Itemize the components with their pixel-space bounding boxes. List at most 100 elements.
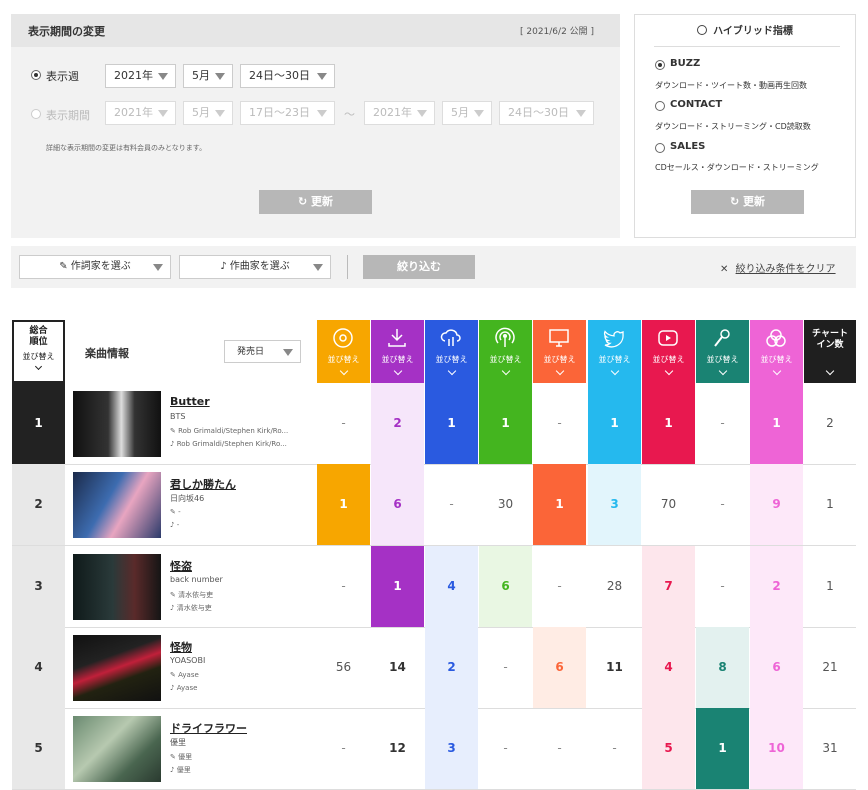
pencil-icon: ✎ — [59, 261, 71, 272]
buzz-radio[interactable] — [655, 60, 665, 70]
composer-credit: ♪ 優里 — [170, 766, 191, 774]
chevron-down-icon — [153, 264, 163, 271]
column-header-youtube[interactable]: 並び替え — [642, 320, 695, 383]
composer-select[interactable]: ♪ 作曲家を選ぶ — [179, 255, 331, 279]
metric-cell: 1 — [642, 383, 695, 464]
metric-cell: 2 — [425, 627, 478, 708]
composer-credit: ♪ Ayase — [170, 684, 198, 692]
chevron-down-icon — [664, 366, 673, 376]
hybrid-divider — [654, 46, 840, 47]
column-header-streaming[interactable]: 並び替え — [425, 320, 478, 383]
metric-cell: - — [341, 741, 346, 755]
hybrid-update-label: 更新 — [743, 195, 766, 208]
note-icon: ♪ — [220, 261, 230, 272]
weekly-year-select[interactable]: 2021年 — [105, 64, 176, 88]
refresh-icon: ↻ — [297, 195, 312, 208]
rank-sort-label: 並び替え — [22, 352, 55, 361]
from-range-select[interactable]: 17日〜23日 — [240, 101, 335, 125]
lyricist-credit: ✎ 優里 — [170, 753, 193, 761]
chart-in-cell: 1 — [826, 579, 834, 593]
lyricist-select[interactable]: ✎ 作詞家を選ぶ — [19, 255, 171, 279]
song-thumbnail[interactable] — [73, 554, 161, 620]
chart-in-cell: 1 — [826, 497, 834, 511]
sales-desc: CDセールス・ダウンロード・ストリーミング — [655, 163, 819, 172]
metric-cell: 1 — [696, 708, 749, 789]
from-year-value: 2021年 — [114, 106, 153, 119]
lyricist-label: 作詞家を選ぶ — [70, 261, 131, 272]
lyricist-credit: ✎ Rob Grimaldi/Stephen Kirk/Ro... — [170, 427, 289, 435]
chevron-down-icon — [576, 110, 586, 117]
column-header-cd[interactable]: 並び替え — [317, 320, 370, 383]
song-title-link[interactable]: 怪物 — [170, 639, 192, 655]
column-header-twitter[interactable]: 並び替え — [588, 320, 641, 383]
song-title-link[interactable]: 怪盗 — [170, 558, 192, 574]
song-thumbnail[interactable] — [73, 635, 161, 701]
metric-cell: 4 — [425, 546, 478, 627]
twitter-icon — [603, 330, 624, 348]
radio-icon — [495, 327, 515, 347]
song-thumbnail[interactable] — [73, 391, 161, 457]
apply-filter-button[interactable]: 絞り込む — [363, 255, 475, 279]
release-sort-select[interactable]: 発売日 — [224, 340, 301, 363]
metric-cell: - — [557, 741, 562, 755]
column-header-karaoke[interactable]: 並び替え — [696, 320, 749, 383]
metric-cell: 56 — [335, 660, 352, 674]
chevron-down-icon — [610, 366, 619, 376]
period-update-label: 更新 — [311, 195, 334, 208]
rank-cell: 5 — [12, 708, 65, 789]
weekly-label: 表示週 — [46, 70, 79, 83]
song-title-link[interactable]: 君しか勝たん — [170, 476, 236, 492]
rank-header[interactable]: 総合 順位 並び替え — [12, 320, 65, 383]
to-month-select[interactable]: 5月 — [442, 101, 492, 125]
from-year-select[interactable]: 2021年 — [105, 101, 176, 125]
chevron-down-icon — [772, 366, 781, 376]
song-thumbnail[interactable] — [73, 472, 161, 538]
column-header-radio[interactable]: 並び替え — [479, 320, 532, 383]
sort-label: 並び替え — [706, 355, 739, 364]
metric-cell: 1 — [479, 383, 532, 464]
song-title-link[interactable]: ドライフラワー — [170, 720, 247, 736]
metric-cell: 1 — [317, 464, 370, 545]
sort-label: 並び替え — [652, 355, 685, 364]
period-update-button[interactable]: ↻ 更新 — [259, 190, 372, 214]
sales-radio[interactable] — [655, 143, 665, 153]
sort-label: 並び替え — [543, 355, 576, 364]
artist-name: BTS — [170, 412, 186, 421]
clear-filter-link[interactable]: ✕ 絞り込み条件をクリア — [720, 260, 836, 275]
metric-cell: 10 — [750, 708, 803, 789]
pc-read-icon — [549, 329, 569, 347]
to-range-select[interactable]: 24日〜30日 — [499, 101, 594, 125]
from-month-select[interactable]: 5月 — [183, 101, 233, 125]
metric-cell: - — [720, 579, 725, 593]
metric-cell: 9 — [750, 464, 803, 545]
range-tilde: 〜 — [344, 108, 355, 121]
chart-in-header[interactable]: チャート イン数 — [804, 320, 856, 383]
metric-cell: 1 — [371, 546, 424, 627]
column-header-download[interactable]: 並び替え — [371, 320, 424, 383]
metric-cell: 3 — [588, 464, 641, 545]
weekly-radio[interactable] — [31, 70, 41, 80]
metric-cell: 1 — [588, 383, 641, 464]
weekly-range-select[interactable]: 24日〜30日 — [240, 64, 335, 88]
song-title-link[interactable]: Butter — [170, 395, 210, 408]
contact-radio[interactable] — [655, 101, 665, 111]
published-date: [ 2021/6/2 公開 ] — [520, 27, 595, 37]
hybrid-update-button[interactable]: ↻ 更新 — [691, 190, 804, 214]
lyricist-credit: ✎ 清水依与吏 — [170, 591, 214, 599]
metric-cell: - — [341, 579, 346, 593]
to-year-value: 2021年 — [373, 106, 412, 119]
chevron-down-icon — [501, 366, 510, 376]
to-year-select[interactable]: 2021年 — [364, 101, 435, 125]
chevron-down-icon — [313, 264, 323, 271]
metric-cell: - — [612, 741, 617, 755]
metric-cell: 1 — [750, 383, 803, 464]
weekly-month-select[interactable]: 5月 — [183, 64, 233, 88]
column-header-gyao[interactable]: 並び替え — [750, 320, 803, 383]
period-title: 表示期間の変更 — [28, 25, 105, 38]
period-radio[interactable] — [31, 109, 41, 119]
filter-divider — [347, 255, 348, 279]
sales-label: SALES — [670, 141, 706, 152]
column-header-pc-read[interactable]: 並び替え — [533, 320, 586, 383]
metric-cell: - — [720, 497, 725, 511]
song-thumbnail[interactable] — [73, 716, 161, 782]
